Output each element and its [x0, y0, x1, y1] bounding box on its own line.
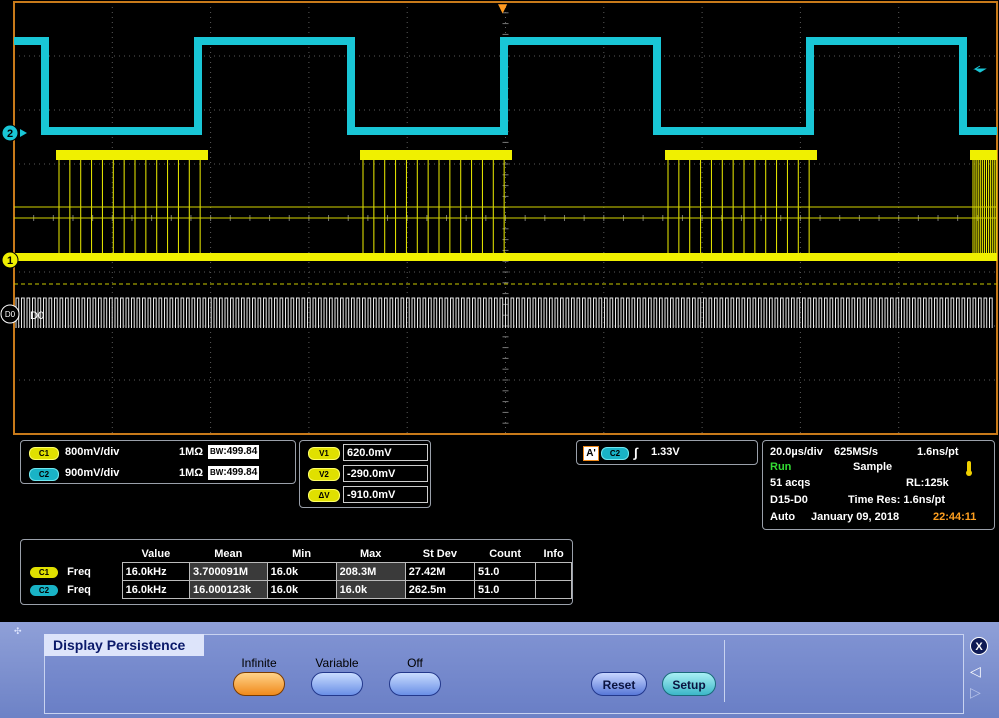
acquisition-readout-panel[interactable]: 20.0µs/div 625MS/s 1.6ns/pt Run Sample 5… [762, 440, 995, 530]
cell-info [535, 562, 572, 581]
sample-rate: 625MS/s [834, 446, 879, 458]
setup-button[interactable]: Setup [662, 672, 716, 696]
cursor-dv-value: -910.0mV [343, 486, 428, 503]
cell-stdev: 27.42M [404, 562, 475, 581]
timebase: 20.0µs/div [770, 446, 823, 458]
trigger-mode: Auto [770, 511, 796, 523]
col-max: Max [359, 547, 382, 560]
scroll-left-icon[interactable]: ◁ [970, 663, 981, 680]
acquire-mode: Sample [853, 461, 893, 473]
row-c2-name: Freq [67, 583, 91, 596]
cell-value: 16.0kHz [121, 562, 191, 581]
col-mean: Mean [214, 547, 243, 560]
ch1-burst-top [56, 150, 208, 160]
trigger-source-badge: A' [583, 446, 599, 461]
measurements-panel[interactable]: Value Mean Min Max St Dev Count Info C1 … [20, 539, 573, 605]
cell-max: 208.3M [335, 562, 406, 581]
reset-button[interactable]: Reset [591, 672, 647, 696]
cell-info [535, 580, 572, 599]
cursor-v1-badge: V1 [308, 447, 340, 460]
ch2-bandwidth: BW:499.84 [208, 466, 260, 480]
digital-channels: D15-D0 [770, 494, 808, 506]
table-row[interactable]: C1 Freq 16.0kHz 3.700091M 16.0k 208.3M 2… [25, 562, 572, 581]
date: January 09, 2018 [811, 511, 900, 523]
menu-title: Display Persistence [44, 634, 204, 656]
ch2-impedance: 1MΩ [179, 467, 204, 479]
measurements-table: Value Mean Min Max St Dev Count Info C1 … [25, 545, 572, 599]
ch1-bw-value: 499.84 [226, 446, 258, 457]
cell-value: 16.0kHz [121, 580, 191, 599]
ch2-badge[interactable]: C2 [29, 468, 59, 481]
ch1-bandwidth: BW:499.84 [208, 445, 260, 459]
d0-label: D0 [30, 310, 44, 322]
drag-grip-icon[interactable]: ✣ [14, 626, 22, 637]
cell-count: 51.0 [473, 580, 537, 599]
time-resolution: Time Res: 1.6ns/pt [848, 494, 945, 506]
ch1-ground-marker[interactable]: 1 [1, 251, 19, 269]
trigger-slope-icon: ∫ [634, 445, 638, 460]
cell-mean: 3.700091M [189, 562, 268, 581]
svg-text:1: 1 [7, 255, 13, 267]
option-variable-button[interactable] [311, 672, 363, 696]
scroll-right-icon[interactable]: ▷ [970, 684, 981, 701]
option-off-button[interactable] [389, 672, 441, 696]
cell-max: 16.0k [335, 580, 406, 599]
ch1-scale: 800mV/div [65, 446, 120, 458]
bw-sub: W [215, 447, 224, 456]
table-header-row: Value Mean Min Max St Dev Count Info [25, 545, 572, 563]
channel-settings-panel[interactable]: C1 800mV/div 1MΩ BW:499.84 C2 900mV/div … [20, 440, 296, 484]
option-infinite-button[interactable] [233, 672, 285, 696]
cursor-v1-value: 620.0mV [343, 444, 428, 461]
waveform-display[interactable]: ▼ 2 1 D0 D0 [0, 0, 999, 435]
svg-text:2: 2 [7, 128, 13, 140]
acquisition-count: 51 acqs [770, 477, 811, 489]
table-row[interactable]: C2 Freq 16.0kHz 16.000123k 16.0k 16.0k 2… [25, 580, 572, 599]
col-stdev: St Dev [422, 547, 457, 560]
option-infinite-label: Infinite [241, 656, 277, 670]
time-per-point: 1.6ns/pt [917, 446, 959, 458]
ch1-badge[interactable]: C1 [29, 447, 59, 460]
col-value: Value [141, 547, 171, 560]
cell-mean: 16.000123k [189, 580, 268, 599]
row-c1-name: Freq [67, 565, 91, 578]
col-min: Min [292, 547, 312, 560]
option-off-label: Off [407, 656, 423, 670]
ch2-bw-value: 499.84 [226, 467, 258, 478]
thermometer-icon [966, 461, 972, 477]
cursor-readout-panel[interactable]: V1 620.0mV V2 -290.0mV ΔV -910.0mV [299, 440, 431, 508]
col-info: Info [543, 547, 564, 560]
cursor-v2-badge: V2 [308, 468, 340, 481]
trigger-channel-badge: C2 [601, 447, 629, 460]
cell-min: 16.0k [266, 580, 337, 599]
ch1-burst-top [970, 150, 997, 160]
ch2-scale: 900mV/div [65, 467, 120, 479]
cursor-v2-value: -290.0mV [343, 465, 428, 482]
cursor-dv-badge: ΔV [308, 489, 340, 502]
option-variable-label: Variable [315, 656, 359, 670]
cell-stdev: 262.5m [404, 580, 475, 599]
trigger-position-marker[interactable]: ▼ [498, 1, 508, 15]
close-icon[interactable]: X [970, 637, 988, 655]
row-c2-badge: C2 [30, 584, 58, 596]
cell-min: 16.0k [266, 562, 337, 581]
cell-count: 51.0 [473, 562, 537, 581]
trigger-readout-panel[interactable]: A' C2 ∫ 1.33V [576, 440, 758, 465]
ch1-impedance: 1MΩ [179, 446, 204, 458]
d0-marker[interactable]: D0 [0, 304, 20, 324]
clock-time: 22:44:11 [933, 511, 977, 523]
menu-divider [724, 640, 725, 702]
row-c1-badge: C1 [30, 566, 58, 578]
ch1-burst-top [360, 150, 512, 160]
record-length: RL:125k [906, 477, 949, 489]
run-state: Run [770, 461, 792, 473]
ch1-burst-top [665, 150, 817, 160]
trigger-level: 1.33V [651, 446, 680, 458]
bw-sub-2: W [215, 468, 224, 477]
col-count: Count [489, 547, 521, 560]
svg-text:D0: D0 [5, 310, 16, 319]
